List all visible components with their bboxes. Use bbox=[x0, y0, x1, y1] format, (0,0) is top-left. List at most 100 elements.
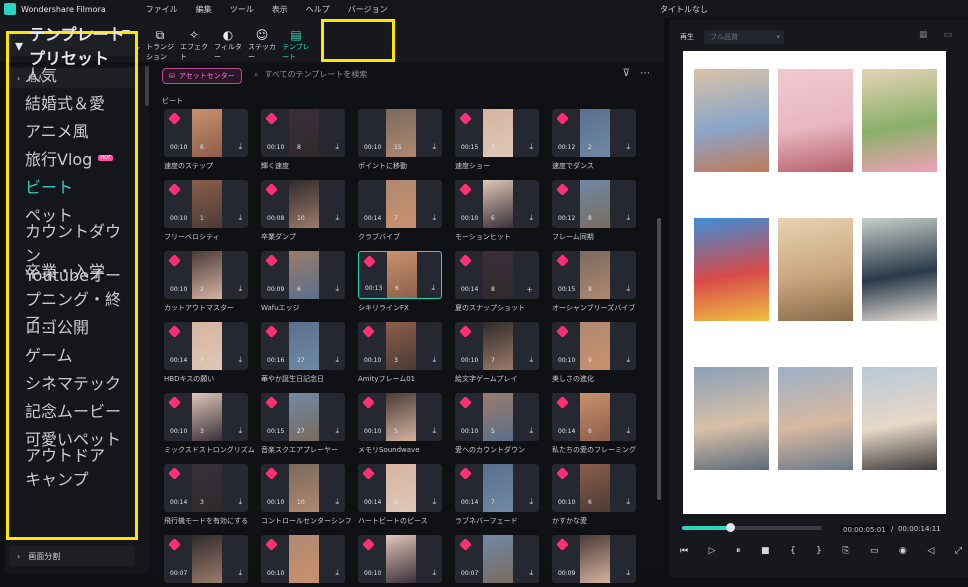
sidebar-item[interactable]: 記念ムービー bbox=[9, 396, 135, 424]
menu-item[interactable]: ツール bbox=[230, 4, 254, 15]
sidebar-item[interactable]: 結婚式＆愛 bbox=[9, 88, 135, 116]
download-icon[interactable]: ⤓ bbox=[529, 426, 533, 436]
download-icon[interactable]: ⤓ bbox=[626, 497, 630, 507]
template-thumbnail[interactable]: 00:10 1 ⤓ bbox=[164, 180, 248, 228]
clip-icon[interactable]: ⎘ bbox=[842, 546, 849, 556]
template-thumbnail[interactable]: 00:10 15 ⤓ bbox=[358, 109, 442, 157]
template-card[interactable]: 00:10 3 ⤓ Amityフレーム01 bbox=[358, 322, 442, 384]
download-icon[interactable]: ⤓ bbox=[432, 355, 436, 365]
download-icon[interactable]: ⤓ bbox=[431, 283, 435, 293]
tab-filter[interactable]: ◐ フィルター bbox=[214, 18, 242, 62]
template-card[interactable]: 00:14 7 ⤓ クラブバイブ bbox=[358, 180, 442, 242]
template-card[interactable]: 00:08 10 ⤓ 卒業ダンプ bbox=[261, 180, 345, 242]
download-icon[interactable]: ⤓ bbox=[432, 497, 436, 507]
template-thumbnail[interactable]: 00:13 6 ⤓ bbox=[358, 251, 442, 299]
template-thumbnail[interactable]: 00:12 8 ⤓ bbox=[552, 180, 636, 228]
sidebar-scrollbar[interactable] bbox=[145, 66, 149, 106]
template-thumbnail[interactable]: 00:10 9 ⤓ bbox=[552, 322, 636, 370]
template-thumbnail[interactable]: 00:10 2 ⤓ bbox=[164, 251, 248, 299]
template-card[interactable]: 00:10 15 ⤓ ポイントに移動 bbox=[358, 109, 442, 171]
download-icon[interactable]: ⤓ bbox=[432, 426, 436, 436]
fullscreen-icon[interactable]: ⤢ bbox=[955, 546, 962, 556]
template-card[interactable]: 00:16 27 ⤓ 華やか誕生日記念日 bbox=[261, 322, 345, 384]
pause-icon[interactable]: ⏸ bbox=[736, 546, 741, 556]
filter-icon[interactable]: ⊽ bbox=[623, 68, 630, 79]
template-thumbnail[interactable]: 00:09 6 ⤓ bbox=[261, 251, 345, 299]
template-card[interactable]: 00:14 8 ⤓ ハートビートのピース bbox=[358, 464, 442, 526]
asset-center-button[interactable]: ⛁ アセットセンター bbox=[162, 68, 242, 84]
mark-in-icon[interactable]: { bbox=[790, 546, 796, 556]
progress-knob[interactable] bbox=[726, 523, 735, 532]
template-thumbnail[interactable]: 00:10 5 ⤓ bbox=[455, 393, 539, 441]
download-icon[interactable]: ⤓ bbox=[335, 142, 339, 152]
template-card[interactable]: 00:12 2 ⤓ 速度でダンス bbox=[552, 109, 636, 171]
play-tab[interactable]: 再生 bbox=[680, 32, 694, 42]
template-card[interactable]: 00:10 5 ⤓ 愛へのカウントダウン bbox=[455, 393, 539, 455]
template-thumbnail[interactable]: 00:15 3 ⤓ bbox=[455, 109, 539, 157]
download-icon[interactable]: ⤓ bbox=[335, 426, 339, 436]
monitor-icon[interactable]: ▭ bbox=[870, 546, 879, 556]
add-icon[interactable]: + bbox=[526, 285, 533, 294]
download-icon[interactable]: ⤓ bbox=[432, 142, 436, 152]
template-card[interactable]: 00:10 10 ⤓ コントロールセンターシンフ... bbox=[261, 464, 351, 526]
template-card[interactable]: 00:09 6 ⤓ Wafuエッジ bbox=[261, 251, 345, 313]
template-thumbnail[interactable]: 00:10 8 ⤓ bbox=[261, 109, 345, 157]
template-thumbnail[interactable]: 00:10 10 ⤓ bbox=[261, 464, 345, 512]
volume-icon[interactable]: ◁ bbox=[927, 546, 934, 556]
template-thumbnail[interactable]: 00:15 8 ⤓ bbox=[552, 251, 636, 299]
menu-item[interactable]: ヘルプ bbox=[306, 4, 330, 15]
template-card[interactable]: 00:10 6 ⤓ 速度のステップ bbox=[164, 109, 248, 171]
download-icon[interactable]: ⤓ bbox=[529, 142, 533, 152]
template-thumbnail[interactable]: 00:10 7 ⤓ bbox=[455, 322, 539, 370]
template-card[interactable]: 00:10 ⤓ bbox=[358, 535, 442, 587]
template-thumbnail[interactable]: 00:14 7 ⤓ bbox=[455, 464, 539, 512]
template-card[interactable]: 00:07 ⤓ bbox=[455, 535, 539, 587]
template-thumbnail[interactable]: 00:14 3 ⤓ bbox=[164, 322, 248, 370]
template-card[interactable]: 00:12 8 ⤓ フレーム同期 bbox=[552, 180, 636, 242]
tab-sticker[interactable]: ☺ ステッカー bbox=[248, 18, 276, 62]
sidebar-item[interactable]: アウトドア キャンプ bbox=[9, 446, 135, 489]
download-icon[interactable]: ⤓ bbox=[335, 284, 339, 294]
template-card[interactable]: 00:10 ⤓ bbox=[261, 535, 345, 587]
stop-icon[interactable]: ■ bbox=[761, 546, 770, 556]
download-icon[interactable]: ⤓ bbox=[529, 355, 533, 365]
quality-select[interactable]: フル品質 ▾ bbox=[704, 30, 784, 44]
menu-item[interactable]: バージョン bbox=[348, 4, 388, 15]
template-thumbnail[interactable]: 00:07 ⤓ bbox=[164, 535, 248, 583]
template-thumbnail[interactable]: 00:12 2 ⤓ bbox=[552, 109, 636, 157]
template-thumbnail[interactable]: 00:10 ⤓ bbox=[261, 535, 345, 583]
template-card[interactable]: 00:10 3 ⤓ ミックスドストロングリズム02 bbox=[164, 393, 254, 455]
template-thumbnail[interactable]: 00:10 3 ⤓ bbox=[358, 322, 442, 370]
download-icon[interactable]: ⤓ bbox=[335, 497, 339, 507]
image-icon[interactable]: ▭ bbox=[943, 30, 952, 40]
template-thumbnail[interactable]: 00:10 3 ⤓ bbox=[164, 393, 248, 441]
download-icon[interactable]: ⤓ bbox=[529, 497, 533, 507]
template-card[interactable]: 00:14 6 ⤓ 私たちの愛のフレーミング bbox=[552, 393, 636, 455]
tab-transition[interactable]: ⧉ トランジション bbox=[146, 18, 174, 62]
download-icon[interactable]: ⤓ bbox=[238, 284, 242, 294]
template-card[interactable]: 00:15 8 ⤓ オーシャンブリーズバイブ bbox=[552, 251, 636, 313]
template-thumbnail[interactable]: 00:14 7 ⤓ bbox=[358, 180, 442, 228]
template-card[interactable]: 00:14 8 + 夏のスナップショット bbox=[455, 251, 539, 313]
template-card[interactable]: 00:10 7 ⤓ 絵文字ゲームプレイ bbox=[455, 322, 539, 384]
template-card[interactable]: 00:14 7 ⤓ ラブネバーフェード bbox=[455, 464, 539, 526]
template-card[interactable]: 00:10 2 ⤓ カットアウトマスター bbox=[164, 251, 248, 313]
download-icon[interactable]: ⤓ bbox=[626, 284, 630, 294]
sidebar-item[interactable]: アニメ風 bbox=[9, 116, 135, 144]
template-card[interactable]: 00:15 3 ⤓ 速度ショー bbox=[455, 109, 539, 171]
download-icon[interactable]: ⤓ bbox=[238, 142, 242, 152]
search-input[interactable]: ⌕ すべてのテンプレートを検索 bbox=[254, 69, 367, 80]
sidebar-item[interactable]: シネマテック bbox=[9, 368, 135, 396]
template-thumbnail[interactable]: 00:08 10 ⤓ bbox=[261, 180, 345, 228]
template-card[interactable]: 00:15 27 ⤓ 音楽スクエアプレーヤー bbox=[261, 393, 345, 455]
previous-frame-icon[interactable]: ⏮ bbox=[680, 546, 688, 556]
template-thumbnail[interactable]: 00:15 27 ⤓ bbox=[261, 393, 345, 441]
template-thumbnail[interactable]: 00:09 ⤓ bbox=[552, 535, 636, 583]
download-icon[interactable]: ⤓ bbox=[238, 497, 242, 507]
template-thumbnail[interactable]: 00:10 6 ⤓ bbox=[164, 109, 248, 157]
template-card[interactable]: 00:13 6 ⤓ シキリラインFX bbox=[358, 251, 442, 313]
sidebar-preset-header[interactable]: ▾ テンプレートプリセット bbox=[9, 25, 135, 68]
template-card[interactable]: 00:14 3 ⤓ HBDキスの願い bbox=[164, 322, 248, 384]
template-card[interactable]: 00:10 6 ⤓ モーションヒット bbox=[455, 180, 539, 242]
template-thumbnail[interactable]: 00:10 5 ⤓ bbox=[358, 393, 442, 441]
